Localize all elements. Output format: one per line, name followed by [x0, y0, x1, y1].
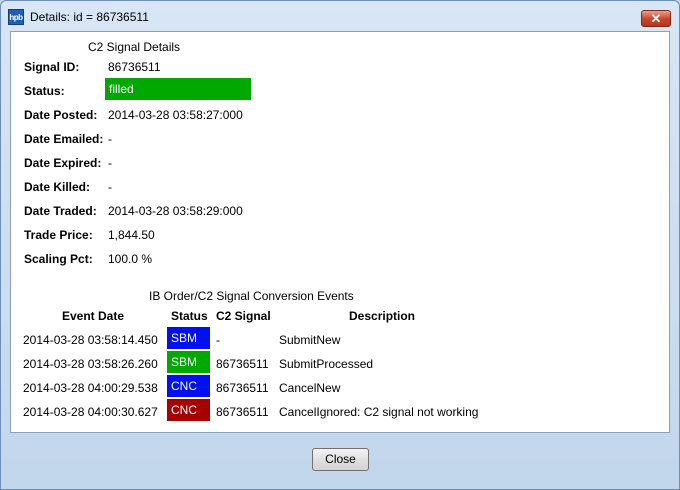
- event-status-badge: SBM: [167, 351, 210, 373]
- trade-price-value: 1,844.50: [108, 228, 155, 242]
- close-button[interactable]: Close: [312, 448, 369, 471]
- date-posted-value: 2014-03-28 03:58:27:000: [108, 108, 243, 122]
- event-description-cell: CancelIgnored: C2 signal not working: [279, 405, 479, 419]
- date-expired-value: -: [108, 156, 112, 170]
- date-emailed-value: -: [108, 132, 112, 146]
- event-description-cell: SubmitProcessed: [279, 357, 374, 371]
- signal-id-label: Signal ID:: [24, 60, 80, 74]
- date-posted-label: Date Posted:: [24, 108, 98, 122]
- trade-price-label: Trade Price:: [24, 228, 93, 242]
- event-status-badge: SBM: [167, 327, 210, 349]
- date-emailed-label: Date Emailed:: [24, 132, 104, 146]
- date-traded-label: Date Traded:: [24, 204, 97, 218]
- event-signal-cell: -: [216, 333, 220, 347]
- event-signal-cell: 86736511: [216, 405, 269, 419]
- signal-id-value: 86736511: [108, 60, 161, 74]
- details-panel: C2 Signal Details Signal ID: Status: Dat…: [10, 31, 670, 433]
- event-signal-cell: 86736511: [216, 381, 269, 395]
- events-heading: IB Order/C2 Signal Conversion Events: [149, 289, 354, 303]
- event-status-badge: CNC: [167, 375, 210, 397]
- date-traded-value: 2014-03-28 03:58:29:000: [108, 204, 243, 218]
- signal-details-heading: C2 Signal Details: [88, 40, 181, 54]
- column-header-status: Status: [171, 309, 208, 323]
- title-bar[interactable]: hpb Details: id = 86736511 ✕: [1, 1, 679, 31]
- app-logo-icon: hpb: [8, 9, 24, 25]
- event-description-cell: SubmitNew: [279, 333, 341, 347]
- details-dialog: hpb Details: id = 86736511 ✕ C2 Signal D…: [0, 0, 680, 490]
- scaling-pct-value: 100.0 %: [108, 252, 153, 266]
- date-killed-label: Date Killed:: [24, 180, 91, 194]
- event-description-cell: CancelNew: [279, 381, 341, 395]
- event-date-cell: 2014-03-28 04:00:30.627: [23, 405, 158, 419]
- column-header-description: Description: [349, 309, 416, 323]
- date-expired-label: Date Expired:: [24, 156, 102, 170]
- event-date-cell: 2014-03-28 03:58:26.260: [23, 357, 158, 371]
- event-date-cell: 2014-03-28 04:00:29.538: [23, 381, 158, 395]
- status-label: Status:: [24, 84, 65, 98]
- column-header-event-date: Event Date: [62, 309, 125, 323]
- status-badge: filled: [105, 78, 251, 100]
- event-signal-cell: 86736511: [216, 357, 269, 371]
- window-title: Details: id = 86736511: [30, 10, 149, 24]
- date-killed-value: -: [108, 180, 112, 194]
- event-status-badge: CNC: [167, 399, 210, 421]
- event-date-cell: 2014-03-28 03:58:14.450: [23, 333, 158, 347]
- column-header-c2-signal: C2 Signal: [216, 309, 271, 323]
- window-close-icon[interactable]: ✕: [641, 10, 671, 27]
- scaling-pct-label: Scaling Pct:: [24, 252, 93, 266]
